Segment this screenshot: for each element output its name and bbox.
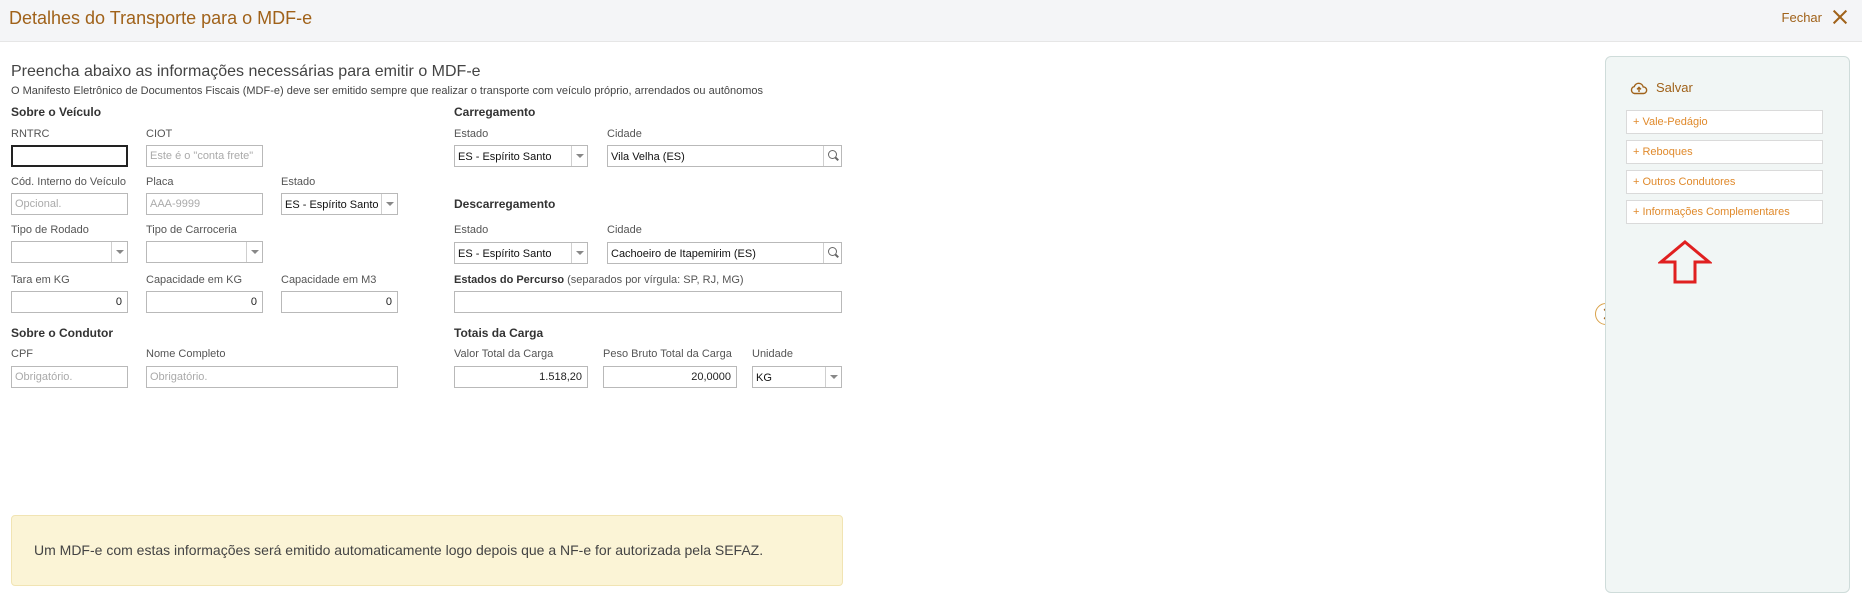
tara-label: Tara em KG: [11, 274, 70, 286]
unloading-cidade-value: Cachoeiro de Itapemirim (ES): [611, 248, 756, 260]
tara-input[interactable]: [11, 291, 128, 313]
plus-icon: +: [1633, 116, 1640, 128]
chevron-down-icon[interactable]: [246, 242, 262, 262]
cap-kg-input[interactable]: [146, 291, 263, 313]
intro-subtitle: O Manifesto Eletrônico de Documentos Fis…: [11, 85, 764, 97]
unloading-estado-label: Estado: [454, 224, 489, 236]
unloading-cidade-field[interactable]: Cachoeiro de Itapemirim (ES): [607, 242, 842, 264]
rntrc-input[interactable]: [11, 145, 128, 167]
cpf-label: CPF: [11, 348, 33, 360]
save-button[interactable]: Salvar: [1630, 80, 1693, 95]
loading-estado-select[interactable]: ES - Espírito Santo: [454, 145, 588, 167]
unidade-select[interactable]: KG: [752, 366, 842, 388]
route-input[interactable]: [454, 291, 842, 313]
loading-estado-label: Estado: [454, 128, 489, 140]
plus-icon: +: [1633, 176, 1640, 188]
route-label-hint: (separados por vírgula: SP, RJ, MG): [564, 274, 744, 286]
sidebar-item-label: Informações Complementares: [1642, 206, 1790, 218]
loading-cidade-label: Cidade: [607, 128, 642, 140]
section-driver: Sobre o Condutor: [11, 326, 113, 340]
placa-input[interactable]: [146, 193, 263, 215]
close-label[interactable]: Fechar: [1782, 10, 1822, 25]
peso-label: Peso Bruto Total da Carga: [603, 348, 732, 360]
section-vehicle: Sobre o Veículo: [11, 105, 102, 119]
unidade-value: KG: [756, 372, 772, 384]
nome-input[interactable]: [146, 366, 398, 388]
unidade-label: Unidade: [752, 348, 793, 360]
carroceria-label: Tipo de Carroceria: [146, 224, 237, 236]
sidebar-item-label: Reboques: [1642, 146, 1693, 158]
notice-text: Um MDF-e com estas informações será emit…: [34, 542, 764, 558]
unloading-cidade-label: Cidade: [607, 224, 642, 236]
sidebar-item-label: Vale-Pedágio: [1642, 116, 1708, 128]
loading-estado-value: ES - Espírito Santo: [458, 151, 552, 163]
peso-input[interactable]: [603, 366, 737, 388]
ciot-label: CIOT: [146, 128, 173, 140]
cpf-input[interactable]: [11, 366, 128, 388]
vehicle-estado-value: ES - Espírito Santo: [285, 199, 379, 211]
loading-cidade-value: Vila Velha (ES): [611, 151, 685, 163]
sidebar-item-label: Outros Condutores: [1642, 176, 1736, 188]
placa-label: Placa: [146, 176, 174, 188]
chevron-down-icon[interactable]: [825, 367, 841, 387]
section-loading: Carregamento: [454, 105, 536, 119]
chevron-down-icon[interactable]: [571, 243, 587, 263]
unloading-estado-select[interactable]: ES - Espírito Santo: [454, 242, 588, 264]
page-title: Detalhes do Transporte para o MDF-e: [9, 8, 313, 28]
cod-interno-label: Cód. Interno do Veículo: [11, 176, 126, 188]
rodado-label: Tipo de Rodado: [11, 224, 89, 236]
vehicle-estado-label: Estado: [281, 176, 316, 188]
nome-label: Nome Completo: [146, 348, 226, 360]
close-icon[interactable]: [1832, 9, 1848, 25]
search-icon[interactable]: [823, 146, 841, 166]
section-totals: Totais da Carga: [454, 326, 544, 340]
section-unloading: Descarregamento: [454, 197, 556, 211]
chevron-down-icon[interactable]: [381, 194, 397, 214]
cap-m3-input[interactable]: [281, 291, 398, 313]
cod-interno-input[interactable]: [11, 193, 128, 215]
chevron-down-icon[interactable]: [111, 242, 127, 262]
search-icon[interactable]: [823, 243, 841, 263]
header-bar: Detalhes do Transporte para o MDF-e Fech…: [0, 0, 1862, 42]
carroceria-select[interactable]: [146, 241, 263, 263]
chevron-down-icon[interactable]: [571, 146, 587, 166]
cloud-upload-icon[interactable]: [1630, 81, 1648, 95]
up-arrow-annotation: [1656, 240, 1714, 289]
vehicle-estado-select[interactable]: ES - Espírito Santo: [281, 193, 398, 215]
sidebar-item-reboques[interactable]: + Reboques: [1626, 140, 1823, 164]
close-button[interactable]: Fechar: [1782, 9, 1848, 25]
route-label-bold: Estados do Percurso: [454, 274, 565, 286]
sidebar-item-outros-condutores[interactable]: + Outros Condutores: [1626, 170, 1823, 194]
sidebar-item-vale-pedagio[interactable]: + Vale-Pedágio: [1626, 110, 1823, 134]
plus-icon: +: [1633, 146, 1640, 158]
valor-input[interactable]: [454, 366, 588, 388]
rodado-select[interactable]: [11, 241, 128, 263]
actions-panel: Salvar + Vale-Pedágio + Reboques + Outros C…: [1605, 56, 1850, 593]
plus-icon: +: [1633, 206, 1640, 218]
cap-m3-label: Capacidade em M3: [281, 274, 377, 286]
info-notice: Um MDF-e com estas informações será emit…: [11, 515, 843, 586]
unloading-estado-value: ES - Espírito Santo: [458, 248, 552, 260]
sidebar-item-info-complementares[interactable]: + Informações Complementares: [1626, 200, 1823, 224]
loading-cidade-field[interactable]: Vila Velha (ES): [607, 145, 842, 167]
rntrc-label: RNTRC: [11, 128, 50, 140]
save-label[interactable]: Salvar: [1656, 80, 1693, 95]
intro-title: Preencha abaixo as informações necessári…: [11, 63, 481, 80]
route-label: Estados do Percurso (separados por vírgu…: [454, 274, 744, 286]
valor-label: Valor Total da Carga: [454, 348, 554, 360]
cap-kg-label: Capacidade em KG: [146, 274, 242, 286]
ciot-input[interactable]: [146, 145, 263, 167]
